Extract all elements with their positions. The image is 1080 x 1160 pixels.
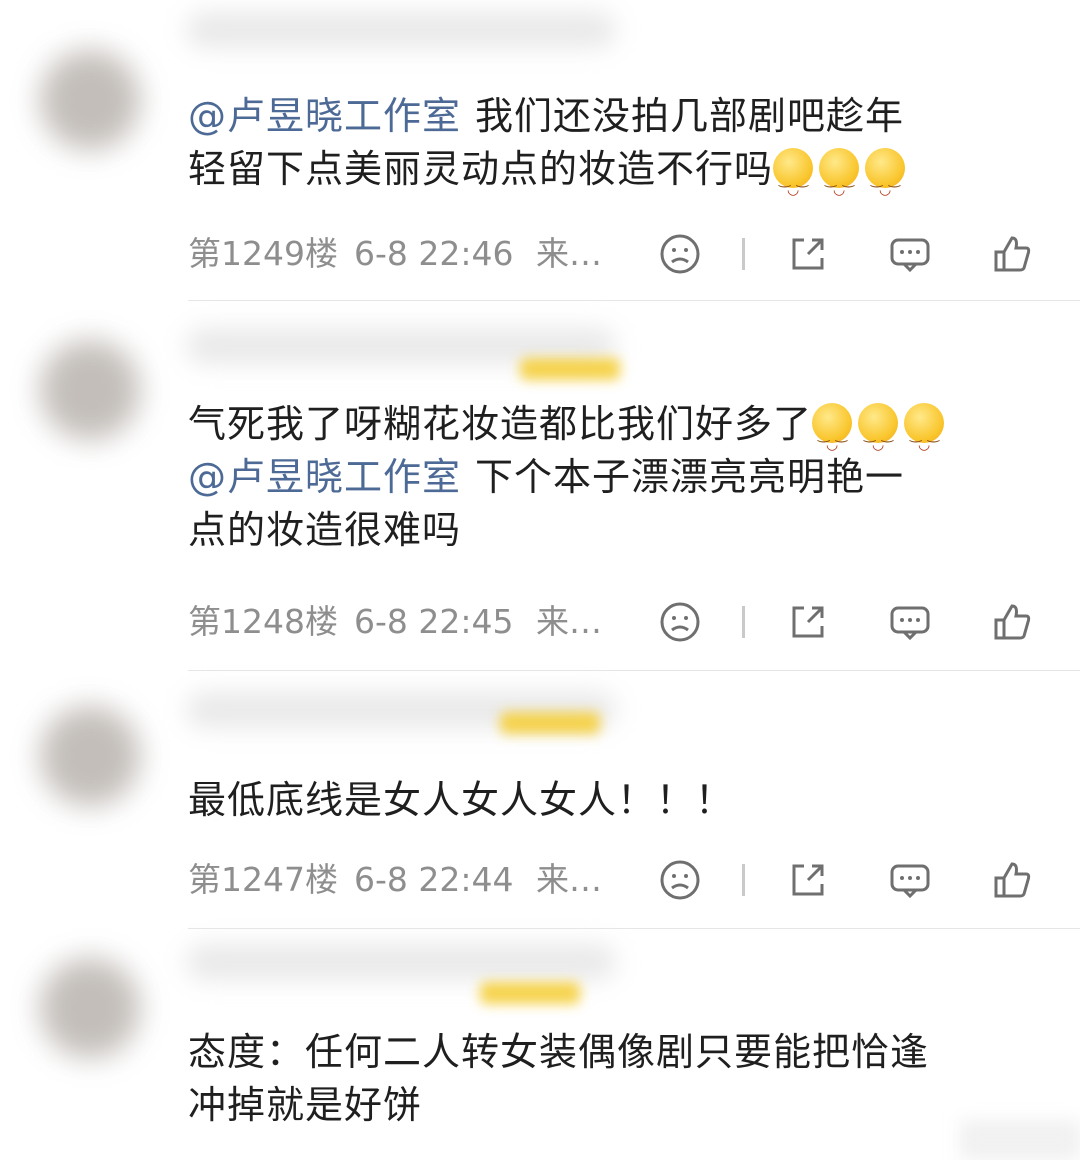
floor-number: 第1248楼 (188, 602, 338, 641)
smile-emoji-icon (819, 148, 860, 217)
avatar[interactable] (40, 50, 140, 150)
comment-text-line: 轻留下点美丽灵动点的妆造不行吗 (188, 147, 774, 191)
share-icon[interactable] (786, 600, 830, 644)
comment-meta: 第1247楼 6-8 22:44 来… (188, 858, 1048, 902)
comment-text: @卢昱晓工作室 我们还没拍几部剧吧趁年 轻留下点美丽灵动点的妆造不行吗 (188, 90, 1048, 217)
username-blurred[interactable] (186, 944, 616, 980)
comment-icon[interactable] (888, 232, 932, 276)
comment-text-line: 我们还没拍几部剧吧趁年 (475, 94, 905, 138)
smile-emoji-icon (773, 148, 814, 217)
timestamp: 6-8 22:44 (354, 860, 514, 899)
comment-text-line: 冲掉就是好饼 (188, 1083, 423, 1127)
divider (742, 238, 745, 270)
source-text[interactable]: 来… (536, 232, 602, 276)
floor-number: 第1249楼 (188, 234, 338, 273)
thumbs-up-icon[interactable] (990, 232, 1034, 276)
thumbs-up-icon[interactable] (990, 600, 1034, 644)
badge-blurred (500, 712, 600, 734)
sad-face-icon[interactable] (658, 600, 702, 644)
username-blurred[interactable] (186, 12, 616, 48)
comment-text-line: 态度：任何二人转女装偶像剧只要能把恰逢 (188, 1030, 930, 1074)
comment-text: 气死我了呀糊花妆造都比我们好多了 @卢昱晓工作室下个本子漂漂亮亮明艳一 点的妆造… (188, 398, 1048, 557)
source-text[interactable]: 来… (536, 858, 602, 902)
mention-link[interactable]: @卢昱晓工作室 (188, 455, 461, 499)
sad-face-icon[interactable] (658, 858, 702, 902)
divider (742, 864, 745, 896)
comment-next: 态度：任何二人转女装偶像剧只要能把恰逢 冲掉就是好饼 (0, 928, 1080, 1160)
mention-link[interactable]: @卢昱晓工作室 (188, 94, 461, 138)
floor-number: 第1247楼 (188, 860, 338, 899)
comment-1249: @卢昱晓工作室我们还没拍几部剧吧趁年 轻留下点美丽灵动点的妆造不行吗 第1249… (0, 0, 1080, 301)
timestamp: 6-8 22:46 (354, 234, 514, 273)
avatar[interactable] (40, 706, 140, 806)
thumbs-up-icon[interactable] (990, 858, 1034, 902)
comment-text-line: 点的妆造很难吗 (188, 508, 462, 552)
comment-icon[interactable] (888, 600, 932, 644)
smile-emoji-icon (858, 403, 899, 472)
smile-emoji-icon (865, 148, 906, 217)
comment-text: 最低底线是女人女人女人！！！ (188, 774, 1048, 827)
badge-blurred (480, 982, 580, 1004)
sad-face-icon[interactable] (658, 232, 702, 276)
comment-feed: @卢昱晓工作室我们还没拍几部剧吧趁年 轻留下点美丽灵动点的妆造不行吗 第1249… (0, 0, 1080, 1160)
share-icon[interactable] (786, 232, 830, 276)
comment-meta: 第1249楼 6-8 22:46 来… (188, 232, 1048, 276)
divider (742, 606, 745, 638)
comment-icon[interactable] (888, 858, 932, 902)
smile-emoji-icon (812, 403, 853, 472)
comment-1248: 气死我了呀糊花妆造都比我们好多了 @卢昱晓工作室下个本子漂漂亮亮明艳一 点的妆造… (0, 300, 1080, 671)
comment-text-line: 气死我了呀糊花妆造都比我们好多了 (188, 402, 813, 446)
watermark-blurred (960, 1120, 1080, 1160)
share-icon[interactable] (786, 858, 830, 902)
comment-text: 态度：任何二人转女装偶像剧只要能把恰逢 冲掉就是好饼 (188, 1026, 1048, 1132)
comment-1247: 最低底线是女人女人女人！！！ 第1247楼 6-8 22:44 来… (0, 670, 1080, 929)
comment-text-line: 最低底线是女人女人女人！！！ (188, 778, 735, 822)
avatar[interactable] (40, 340, 140, 440)
timestamp: 6-8 22:45 (354, 602, 514, 641)
source-text[interactable]: 来… (536, 600, 602, 644)
avatar[interactable] (40, 958, 140, 1058)
comment-meta: 第1248楼 6-8 22:45 来… (188, 600, 1048, 644)
badge-blurred (520, 358, 620, 380)
smile-emoji-icon (904, 403, 945, 472)
